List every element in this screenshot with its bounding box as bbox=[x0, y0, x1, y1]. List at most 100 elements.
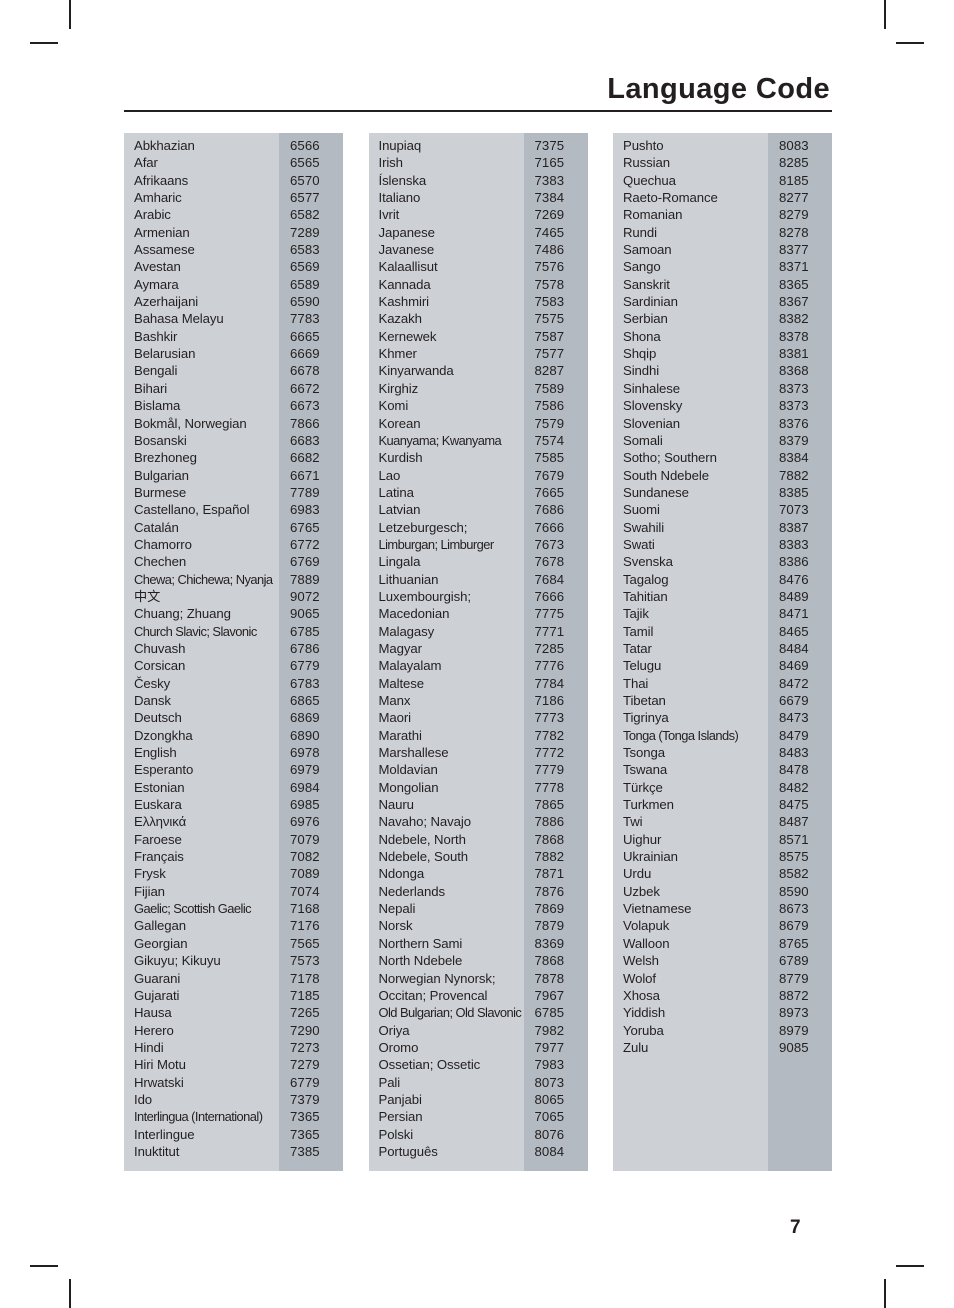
language-name: Twi bbox=[623, 814, 643, 830]
language-name: Kirghiz bbox=[378, 380, 419, 396]
language-name: Maori bbox=[378, 710, 412, 726]
language-name: Interlingua (International) bbox=[134, 1109, 263, 1125]
language-code-value: 7666 bbox=[534, 519, 565, 535]
language-code-value: 6976 bbox=[290, 814, 320, 830]
language-code-value: 6679 bbox=[779, 693, 809, 708]
language-code-value: 8368 bbox=[779, 363, 809, 379]
language-name: Tsonga bbox=[623, 745, 665, 761]
language-name: Tatar bbox=[623, 640, 652, 656]
language-code-value: 6682 bbox=[290, 450, 320, 466]
language-code-value: 7575 bbox=[534, 311, 565, 327]
language-code-value: 7876 bbox=[534, 883, 565, 899]
language-name: Swahili bbox=[623, 519, 665, 535]
language-name: Bislama bbox=[134, 398, 181, 414]
language-name: Slovensky bbox=[623, 398, 683, 414]
language-code-value: 8371 bbox=[779, 259, 809, 275]
language-name: Kurdish bbox=[378, 450, 423, 466]
crop-mark-bottom-right-horizontal bbox=[896, 1265, 924, 1267]
language-code-value: 7866 bbox=[290, 415, 320, 431]
language-code-value: 6785 bbox=[290, 623, 320, 639]
language-name: Gikuyu; Kikuyu bbox=[134, 953, 221, 969]
language-name: Chechen bbox=[134, 554, 187, 570]
language-name: Armenian bbox=[134, 224, 190, 240]
language-name: Sinhalese bbox=[623, 380, 681, 396]
language-name: Faroese bbox=[134, 831, 182, 847]
language-code-value: 6669 bbox=[290, 346, 320, 362]
language-code-value: 7384 bbox=[534, 190, 565, 206]
language-name: Korean bbox=[378, 415, 421, 431]
page-number: 7 bbox=[790, 1217, 801, 1238]
language-code-value: 6565 bbox=[290, 155, 320, 171]
language-name: Malayalam bbox=[378, 658, 442, 674]
language-code-value: 7065 bbox=[534, 1109, 565, 1125]
language-name: Türkçe bbox=[623, 779, 663, 795]
language-code-value: 7577 bbox=[534, 346, 565, 362]
language-name: Bulgarian bbox=[134, 467, 189, 483]
language-name: Occitan; Provencal bbox=[378, 987, 488, 1003]
language-code-value: 7587 bbox=[534, 328, 565, 344]
language-code-value: 8387 bbox=[779, 519, 809, 535]
language-name: Ndebele, South bbox=[378, 849, 469, 865]
language-name: Lithuanian bbox=[378, 571, 439, 587]
language-name: Navaho; Navajo bbox=[378, 814, 472, 830]
language-code-value: 6983 bbox=[290, 502, 320, 518]
language-code-value: 7073 bbox=[779, 502, 809, 518]
language-code-value: 7868 bbox=[534, 953, 565, 969]
language-name: Luxembourgish; bbox=[378, 588, 472, 604]
language-name: Nederlands bbox=[378, 883, 446, 899]
language-code-value: 7678 bbox=[534, 554, 565, 570]
language-code-value: 8472 bbox=[779, 675, 809, 691]
language-code-value: 8465 bbox=[779, 623, 809, 639]
language-code-table: Abkhazian Afar Afrikaans Amharic Arabic Armen… bbox=[124, 133, 832, 1171]
language-code-value: 6665 bbox=[290, 328, 320, 344]
language-name: Khmer bbox=[378, 346, 417, 362]
language-code-value: 8973 bbox=[779, 1005, 809, 1021]
language-name: Gallegan bbox=[134, 918, 186, 934]
language-name: Moldavian bbox=[378, 762, 438, 778]
language-name: Sardinian bbox=[623, 294, 678, 310]
language-code-value: 6978 bbox=[290, 745, 320, 761]
language-code-value: 8279 bbox=[779, 207, 809, 223]
language-code-value: 6566 bbox=[290, 138, 320, 153]
language-name: Somali bbox=[623, 432, 663, 448]
language-code-value: 7583 bbox=[534, 294, 565, 310]
language-name: Tibetan bbox=[623, 693, 666, 708]
language-code-value: 6683 bbox=[290, 432, 320, 448]
language-code-value: 7673 bbox=[534, 536, 565, 552]
language-name: Arabic bbox=[134, 207, 171, 223]
crop-mark-bottom-right-vertical bbox=[884, 1279, 886, 1308]
language-code-value: 6589 bbox=[290, 276, 320, 292]
language-name: Herero bbox=[134, 1022, 174, 1038]
language-code-value: 7589 bbox=[534, 380, 565, 396]
crop-mark-top-right-horizontal bbox=[896, 42, 924, 44]
language-code-value: 7879 bbox=[534, 918, 565, 934]
language-code-value: 7865 bbox=[534, 797, 565, 813]
language-name: Amharic bbox=[134, 190, 182, 206]
language-code-value: 6590 bbox=[290, 294, 320, 310]
language-name: Chuang; Zhuang bbox=[134, 606, 231, 622]
language-code-value: 6865 bbox=[290, 693, 320, 708]
language-code-value: 7486 bbox=[534, 242, 565, 258]
language-name: Uighur bbox=[623, 831, 662, 847]
language-code-value: 8367 bbox=[779, 294, 809, 310]
language-code-value: 8386 bbox=[779, 554, 809, 570]
language-code-value: 7686 bbox=[534, 502, 565, 518]
language-code-value: 7868 bbox=[534, 831, 565, 847]
language-code-value: 7279 bbox=[290, 1057, 320, 1073]
language-code-value: 6583 bbox=[290, 242, 320, 258]
language-code-value: 7782 bbox=[534, 727, 565, 743]
language-code-value: 6570 bbox=[290, 172, 320, 188]
language-code-value: 7977 bbox=[534, 1039, 565, 1055]
language-name: Italiano bbox=[378, 190, 421, 206]
language-name: Dansk bbox=[134, 693, 171, 708]
language-name: Suomi bbox=[623, 502, 660, 518]
language-code-value: 8378 bbox=[779, 328, 809, 344]
language-name: Walloon bbox=[623, 935, 670, 951]
language-name: Tahitian bbox=[623, 588, 668, 604]
language-code-value: 7079 bbox=[290, 831, 320, 847]
language-name-cells-1: Abkhazian Afar Afrikaans Amharic Arabic Armen… bbox=[124, 133, 279, 1171]
language-code-value: 8379 bbox=[779, 432, 809, 448]
language-code-value: 7565 bbox=[290, 935, 320, 951]
language-name: Swati bbox=[623, 536, 655, 552]
language-code-value: 8679 bbox=[779, 918, 809, 934]
